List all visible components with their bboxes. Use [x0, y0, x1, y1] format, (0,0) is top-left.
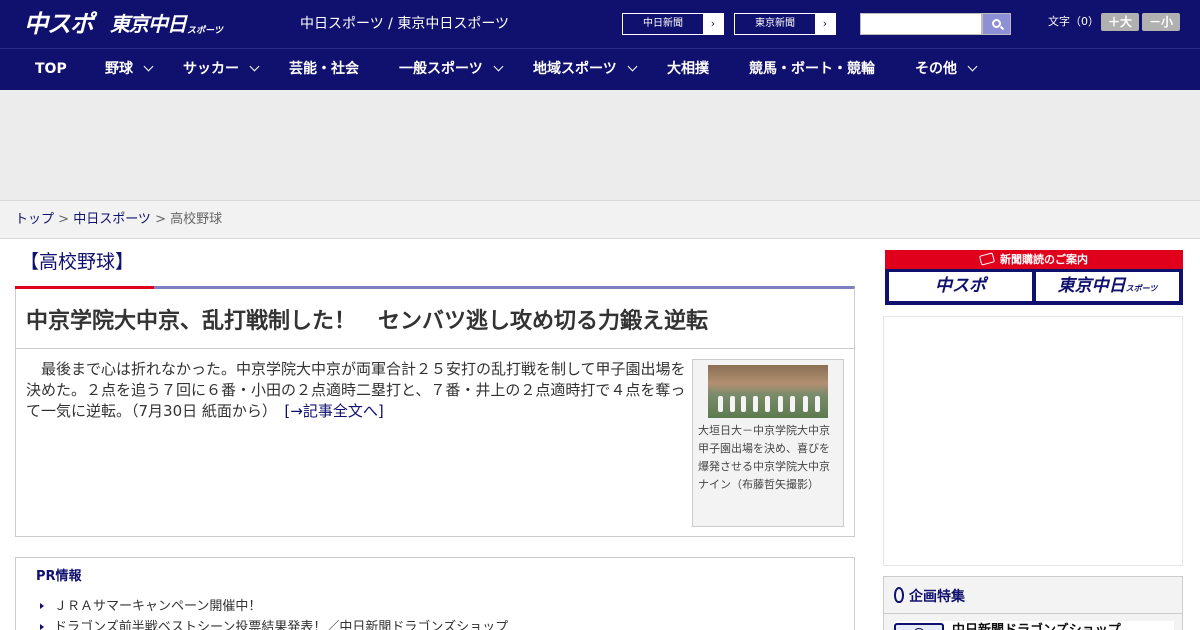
subscribe-chuspo-button[interactable]: 中スポ [889, 272, 1032, 301]
read-more-link[interactable]: [→記事全文へ] [284, 402, 383, 420]
pr-title: PR情報 [36, 569, 82, 584]
subscription-banner[interactable]: 新聞購読のご案内 中スポ 東京中日スポーツ [885, 250, 1183, 305]
article-photo[interactable] [708, 365, 828, 418]
feature-box: 企画特集 中日新聞ドラゴンズショップ [883, 576, 1183, 630]
site-names: 中日スポーツ / 東京中日スポーツ [300, 16, 510, 32]
chevron-right-icon: › [703, 14, 723, 34]
article-accent-bar [15, 286, 154, 289]
chunichi-shimbun-label: 中日新聞 [643, 18, 683, 29]
divider [16, 348, 854, 349]
font-size-label: 文字（0） [1048, 15, 1099, 28]
subscribe-chuspo-label: 中スポ [935, 276, 986, 296]
triangle-bullet-icon [40, 603, 44, 609]
chevron-down-icon [967, 61, 978, 72]
tokyo-logo-text: 東京中日 [110, 12, 187, 36]
divider [884, 613, 1182, 614]
feature-item[interactable]: 中日新聞ドラゴンズショップ [894, 621, 1174, 630]
search-icon [992, 19, 1001, 28]
nav-item-entertainment[interactable]: 芸能・社会 [289, 49, 359, 91]
nav-item-label: サッカー [183, 61, 239, 77]
search-input[interactable] [860, 13, 982, 35]
nav-item-racing[interactable]: 競馬・ボート・競輪 [749, 49, 875, 91]
font-bigger-button[interactable]: ＋大 [1101, 13, 1139, 31]
nav-item-label: 芸能・社会 [289, 61, 359, 77]
nav-item-top[interactable]: TOP [35, 49, 67, 91]
pr-item[interactable]: ＪＲＡサマーキャンペーン開催中！ [40, 598, 261, 616]
breadcrumb-separator: > [150, 212, 171, 227]
nav-item-sumo[interactable]: 大相撲 [667, 49, 709, 91]
chevron-down-icon [627, 61, 638, 72]
nav-item-label: 野球 [105, 61, 133, 77]
feature-item-label: 中日新聞ドラゴンズショップ [952, 621, 1121, 630]
site-header: 中スポ 東京中日 スポーツ 中日スポーツ / 東京中日スポーツ 中日新聞 › 東… [0, 0, 1200, 48]
pr-item-label: ドラゴンズ前半戦ベストシーン投票結果発表！／中日新聞ドラゴンズショップ [54, 620, 509, 630]
top-ad-area [0, 90, 1200, 200]
chunichi-shimbun-link[interactable]: 中日新聞 › [622, 13, 724, 35]
chevron-down-icon [249, 61, 260, 72]
nav-item-regional-sports[interactable]: 地域スポーツ [533, 49, 638, 91]
sidebar-ad-area [883, 316, 1183, 566]
chuspo-logo[interactable]: 中スポ [24, 8, 94, 40]
tokyo-chunichi-logo[interactable]: 東京中日 スポーツ [110, 8, 223, 40]
nav-item-label: 一般スポーツ [399, 61, 483, 77]
tokyo-logo-sub: スポーツ [187, 25, 223, 36]
pr-item-label: ＪＲＡサマーキャンペーン開催中！ [54, 599, 262, 614]
feature-title: 企画特集 [894, 585, 965, 609]
main-nav: TOP 野球 サッカー 芸能・社会 一般スポーツ 地域スポーツ 大相撲 競馬・ボ… [0, 48, 1200, 90]
subscription-header: 新聞購読のご案内 [885, 250, 1183, 269]
medal-icon [894, 587, 904, 603]
ticket-icon [978, 252, 996, 266]
chevron-right-icon: › [815, 14, 835, 34]
subscribe-tokyo-sub: スポーツ [1125, 284, 1158, 293]
nav-item-label: 大相撲 [667, 61, 709, 77]
pr-box: PR情報 ＪＲＡサマーキャンペーン開催中！ ドラゴンズ前半戦ベストシーン投票結果… [15, 557, 855, 630]
tokyo-shimbun-link[interactable]: 東京新聞 › [734, 13, 836, 35]
article-lead: 最後まで心は折れなかった。中京学院大中京が両軍合計２５安打の乱打戦を制して甲子園… [26, 359, 686, 422]
tokyo-shimbun-label: 東京新聞 [755, 18, 795, 29]
dragons-shop-thumbnail [894, 623, 944, 630]
pr-item[interactable]: ドラゴンズ前半戦ベストシーン投票結果発表！／中日新聞ドラゴンズショップ [40, 619, 508, 630]
subscribe-tokyo-button[interactable]: 東京中日スポーツ [1036, 272, 1179, 301]
breadcrumb-section-link[interactable]: 中日スポーツ [73, 212, 151, 227]
triangle-bullet-icon [40, 624, 44, 630]
nav-item-label: 競馬・ボート・競輪 [749, 61, 875, 77]
feature-title-text: 企画特集 [909, 589, 965, 605]
nav-item-soccer[interactable]: サッカー [183, 49, 260, 91]
nav-item-general-sports[interactable]: 一般スポーツ [399, 49, 504, 91]
subscription-header-text: 新聞購読のご案内 [1000, 253, 1088, 266]
nav-item-other[interactable]: その他 [915, 49, 978, 91]
breadcrumb-separator: > [54, 212, 74, 227]
nav-item-label: 地域スポーツ [533, 61, 617, 77]
article-card: 中京学院大中京、乱打戦制した！ センバツ逃し攻め切る力鍛え逆転 最後まで心は折れ… [15, 286, 855, 537]
photo-caption: 大垣日大－中京学院大中京 甲子園出場を決め、喜びを爆発させる中京学院大中京ナイン… [698, 424, 841, 491]
nav-item-label: その他 [915, 61, 957, 77]
subscribe-tokyo-label: 東京中日 [1057, 276, 1126, 296]
section-title: 【高校野球】 [20, 251, 135, 273]
breadcrumb-top-link[interactable]: トップ [15, 212, 54, 227]
chevron-down-icon [143, 61, 154, 72]
font-smaller-button[interactable]: －小 [1142, 13, 1180, 31]
nav-item-label: TOP [35, 61, 67, 77]
breadcrumb-bar: トップ > 中日スポーツ > 高校野球 [0, 200, 1200, 239]
search-button[interactable] [982, 13, 1011, 35]
article-headline: 中京学院大中京、乱打戦制した！ センバツ逃し攻め切る力鍛え逆転 [26, 309, 709, 334]
breadcrumb: トップ > 中日スポーツ > 高校野球 [15, 211, 222, 229]
nav-item-baseball[interactable]: 野球 [105, 49, 154, 91]
chuspo-logo-text: 中スポ [24, 10, 94, 38]
breadcrumb-current: 高校野球 [170, 212, 223, 227]
article-photo-box: 大垣日大－中京学院大中京 甲子園出場を決め、喜びを爆発させる中京学院大中京ナイン… [692, 359, 844, 527]
chevron-down-icon [493, 61, 504, 72]
